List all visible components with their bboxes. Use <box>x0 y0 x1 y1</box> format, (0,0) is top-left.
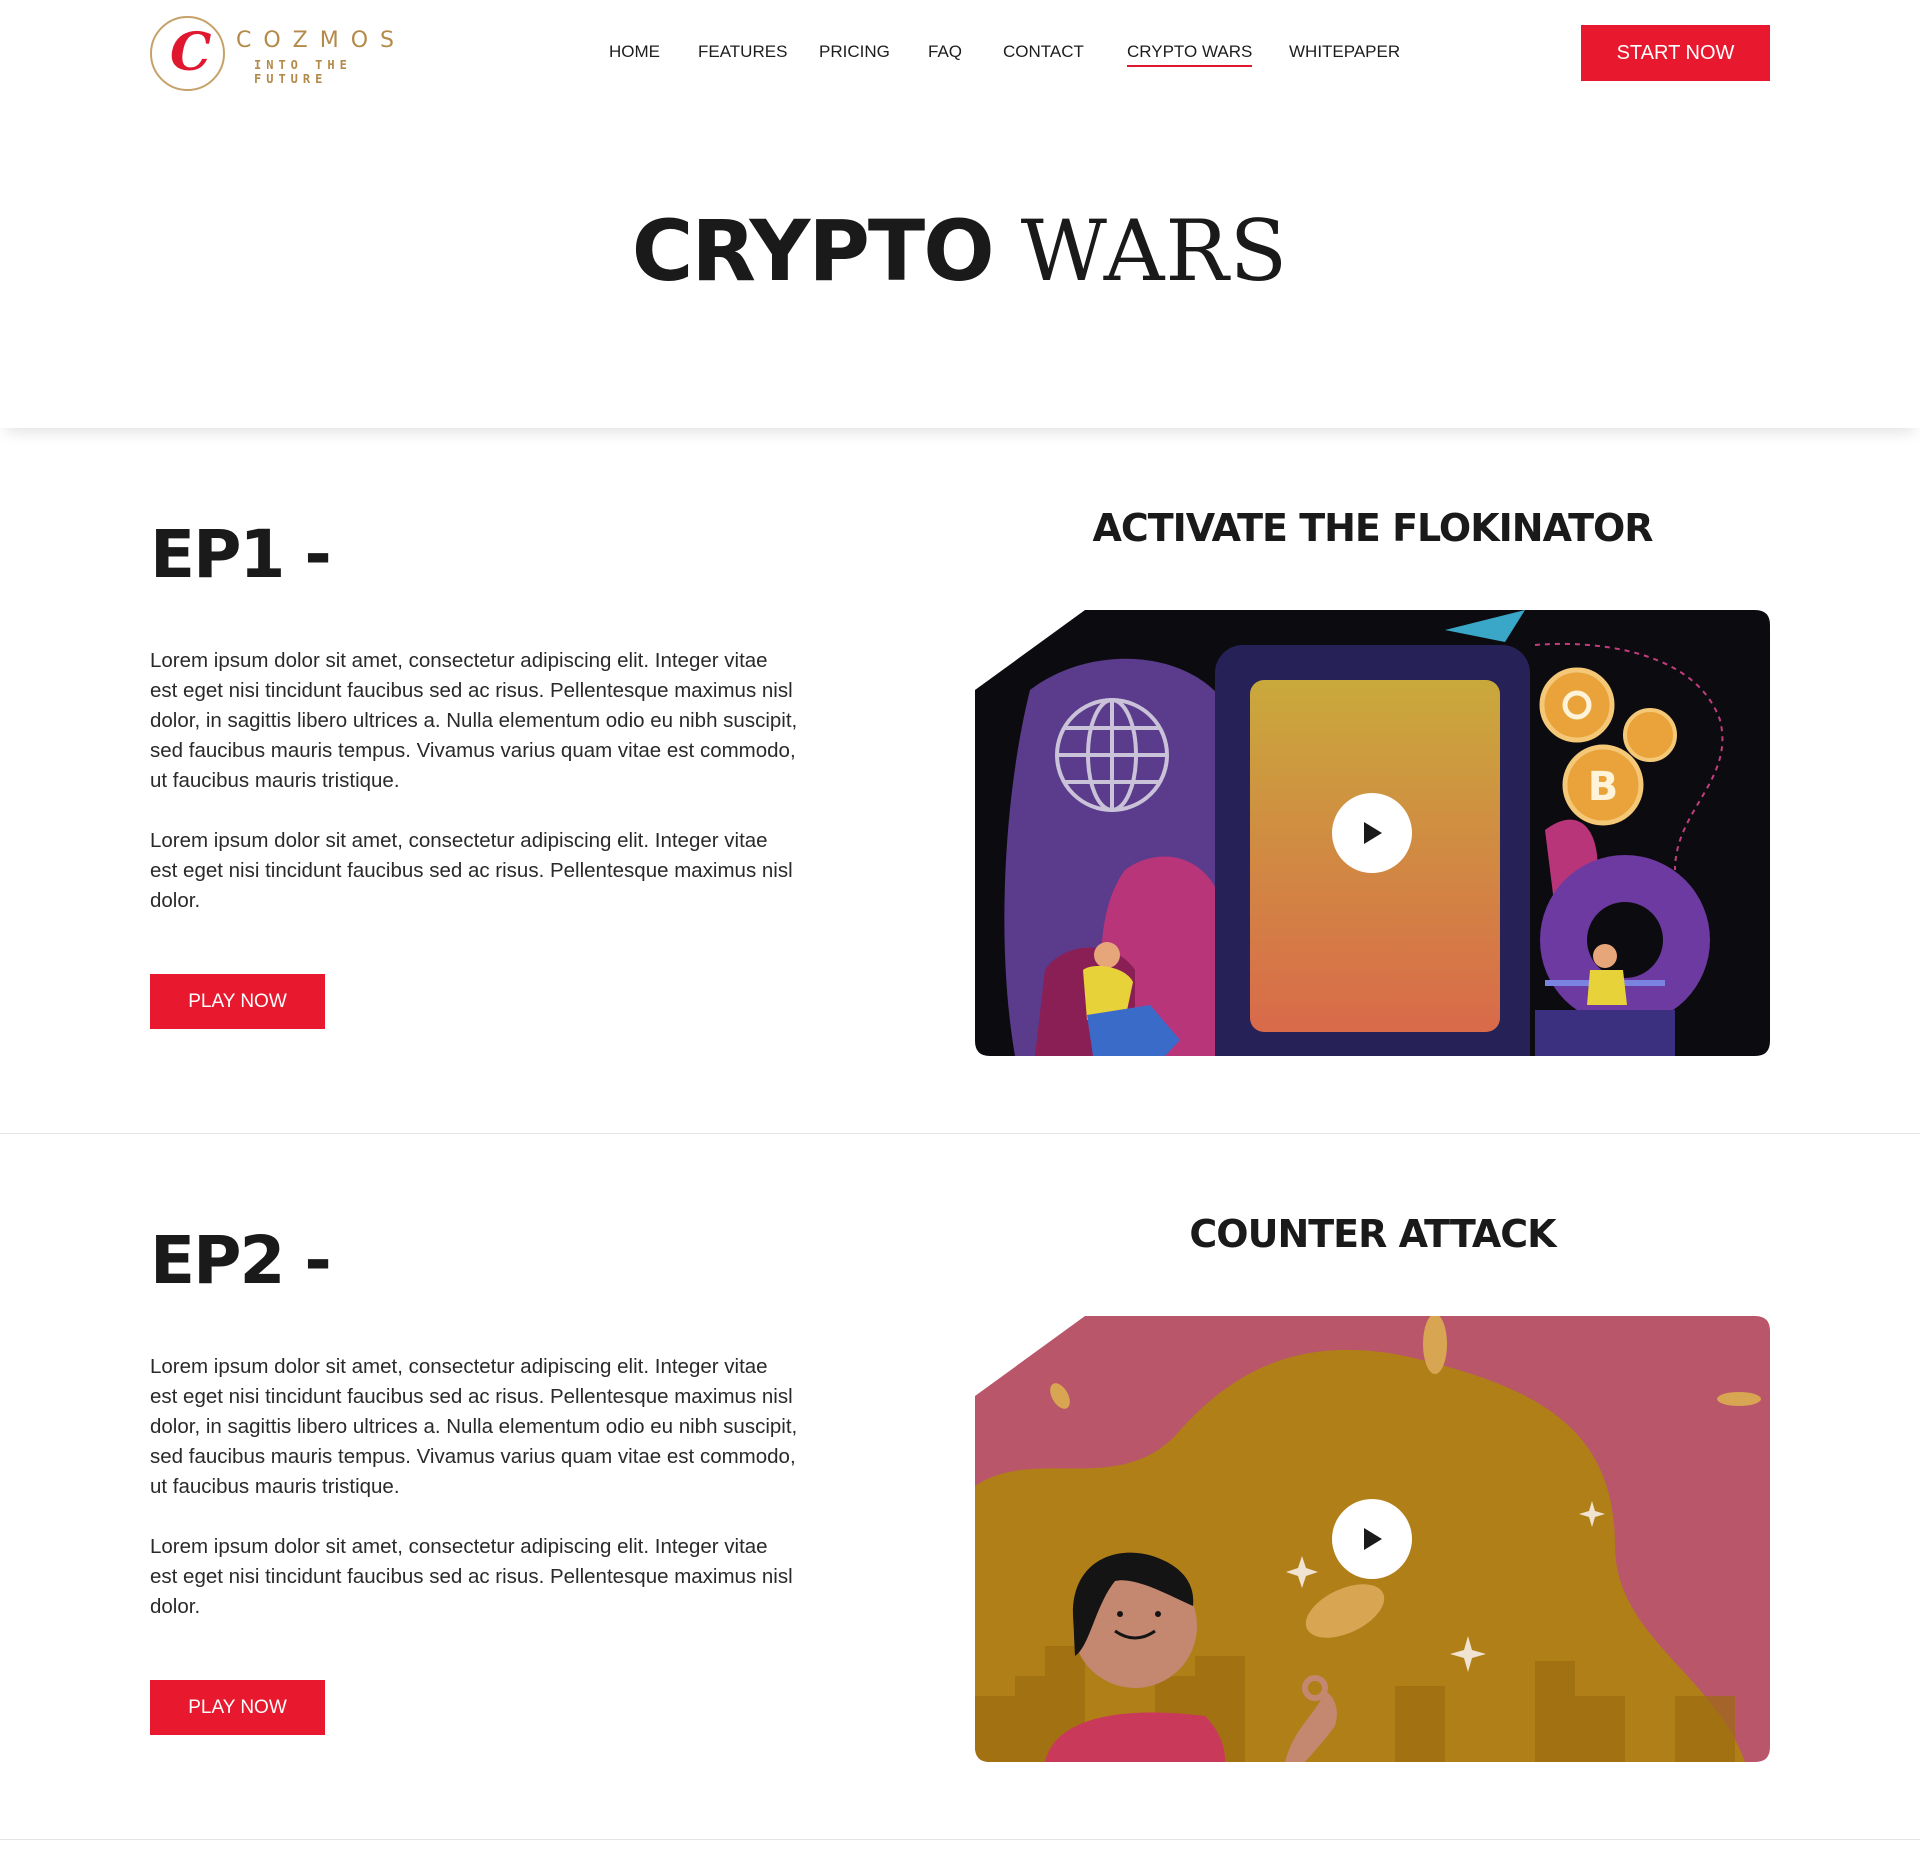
start-now-button[interactable]: START NOW <box>1581 25 1770 81</box>
play-now-button[interactable]: PLAY NOW <box>150 1680 325 1735</box>
play-icon[interactable] <box>1332 793 1412 873</box>
nav-pricing[interactable]: PRICING <box>819 42 890 62</box>
logo-name: COZMOS <box>236 28 407 53</box>
page-title: CRYPTO WARS <box>0 202 1920 300</box>
episode-title: COUNTER ATTACK <box>1189 1212 1556 1256</box>
page-title-bold: CRYPTO <box>631 202 995 300</box>
nav-features[interactable]: FEATURES <box>698 42 787 62</box>
logo-letter: C <box>170 22 212 83</box>
coins-illustration <box>975 1316 1770 1762</box>
video-thumbnail[interactable]: B <box>975 610 1770 1056</box>
site-header: C COZMOS INTO THE FUTURE HOME FEATURES P… <box>0 0 1920 108</box>
video-thumbnail[interactable] <box>975 1316 1770 1762</box>
crypto-illustration: B <box>975 610 1770 1056</box>
episode-section-1: EP1 - Lorem ipsum dolor sit amet, consec… <box>0 428 1920 1134</box>
episode-description: Lorem ipsum dolor sit amet, consectetur … <box>150 829 793 912</box>
episode-description: Lorem ipsum dolor sit amet, consectetur … <box>150 1355 798 1498</box>
cozmos-logo[interactable]: C COZMOS INTO THE FUTURE <box>150 16 410 92</box>
episode-description: Lorem ipsum dolor sit amet, consectetur … <box>150 649 798 792</box>
nav-whitepaper[interactable]: WHITEPAPER <box>1289 42 1400 62</box>
hero-banner: CRYPTO WARS <box>0 108 1920 428</box>
episode-label: EP2 - <box>150 1222 332 1299</box>
nav-crypto-wars[interactable]: CRYPTO WARS <box>1127 42 1253 67</box>
episode-description: Lorem ipsum dolor sit amet, consectetur … <box>150 1535 793 1618</box>
play-now-button[interactable]: PLAY NOW <box>150 974 325 1029</box>
nav-contact[interactable]: CONTACT <box>1003 42 1084 62</box>
episode-title: ACTIVATE THE FLOKINATOR <box>1092 506 1653 550</box>
episode-label: EP1 - <box>150 516 332 593</box>
play-icon[interactable] <box>1332 1499 1412 1579</box>
nav-faq[interactable]: FAQ <box>928 42 962 62</box>
nav-home[interactable]: HOME <box>609 42 660 62</box>
logo-tagline: INTO THE FUTURE <box>254 58 352 86</box>
page-title-thin: WARS <box>1020 202 1289 300</box>
svg-text:B: B <box>1588 764 1619 810</box>
episode-section-2: EP2 - Lorem ipsum dolor sit amet, consec… <box>0 1134 1920 1840</box>
